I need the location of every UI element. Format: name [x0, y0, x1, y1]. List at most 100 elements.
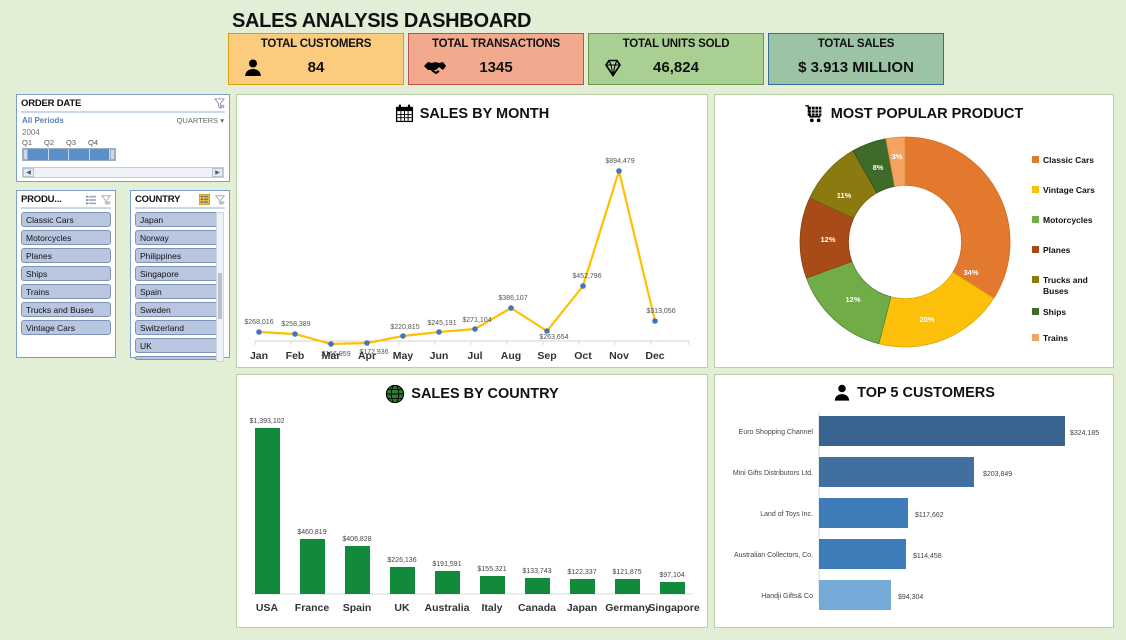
panel-top-5-customers: TOP 5 CUSTOMERS $324,185 $203,849 $117,6…	[714, 374, 1114, 628]
timeline-range-bar[interactable]	[22, 148, 116, 161]
y-axis-label: Mini Gifts Distributors Ltd.	[733, 470, 813, 477]
x-axis-label: Spain	[343, 602, 372, 614]
legend-label: Trains	[1043, 333, 1068, 343]
slicer-item-norway[interactable]: Norway	[135, 230, 219, 245]
slicer-item-ships[interactable]: Ships	[21, 266, 111, 281]
bar-spain	[345, 546, 370, 594]
all-periods-label: All Periods	[22, 116, 64, 125]
bar-australia	[435, 571, 460, 594]
kpi-label: TOTAL TRANSACTIONS	[431, 38, 560, 50]
slicer-item-japan[interactable]: Japan	[135, 212, 219, 227]
multiselect-icon[interactable]	[199, 194, 210, 205]
data-label: $133,743	[522, 568, 551, 575]
timeline-horizontal-scrollbar[interactable]: ◀ ▶	[22, 167, 224, 178]
slicer-item-planes[interactable]: Planes	[21, 248, 111, 263]
data-label: $313,056	[646, 308, 675, 315]
data-label: $220,815	[390, 324, 419, 331]
x-axis-label: Mar	[322, 350, 341, 362]
quarter-label: Q2	[44, 138, 55, 147]
bar-japan	[570, 579, 595, 594]
timeline-segment-q1[interactable]	[28, 149, 49, 160]
kpi-value: $ 3.913 MILLION	[798, 58, 914, 76]
slicer-country-list[interactable]: Japan Norway Philippines Singapore Spain…	[135, 212, 225, 362]
data-label: $245,191	[427, 320, 456, 327]
x-axis-label: May	[393, 350, 414, 362]
slicer-item-singapore[interactable]: Singapore	[135, 266, 219, 281]
slicer-item-spain[interactable]: Spain	[135, 284, 219, 299]
bar-handji-gifts	[819, 580, 891, 610]
data-label: $460,819	[297, 529, 326, 536]
slicer-item-trucks-and-buses[interactable]: Trucks and Buses	[21, 302, 111, 317]
slicer-item-sweden[interactable]: Sweden	[135, 302, 219, 317]
data-label: $452,796	[572, 273, 601, 280]
y-axis-label: Land of Toys Inc.	[760, 511, 813, 518]
bar-australian-collectors	[819, 539, 906, 569]
clear-filter-icon[interactable]	[101, 194, 111, 205]
slice-label: 3%	[892, 152, 903, 161]
timeline-segment-q3[interactable]	[69, 149, 90, 160]
panel-title-text: MOST POPULAR PRODUCT	[830, 106, 1024, 122]
panel-title-text: SALES BY MONTH	[419, 105, 550, 122]
scroll-left-icon[interactable]: ◀	[23, 168, 34, 177]
bar-france	[300, 539, 325, 594]
kpi-label: TOTAL UNITS SOLD	[622, 38, 730, 50]
slicer-item-philippines[interactable]: Philippines	[135, 248, 219, 263]
scroll-right-icon[interactable]: ▶	[212, 168, 223, 177]
slicer-product-line[interactable]: PRODU... Classic Cars Motorcycles Planes…	[16, 190, 116, 358]
slicer-item-vintage-cars[interactable]: Vintage Cars	[21, 320, 111, 335]
slicer-item-trains[interactable]: Trains	[21, 284, 111, 299]
panel-title-sales-by-month: SALES BY MONTH	[237, 95, 707, 123]
scrollbar-thumb[interactable]	[218, 273, 222, 319]
clear-filter-icon[interactable]	[215, 194, 225, 205]
slicer-product-list[interactable]: Classic Cars Motorcycles Planes Ships Tr…	[21, 212, 111, 335]
slicer-item-motorcycles[interactable]: Motorcycles	[21, 230, 111, 245]
bar-italy	[480, 576, 505, 594]
slicer-item-partial[interactable]	[135, 356, 219, 360]
x-axis-label: Singapore	[648, 602, 700, 614]
quarter-label: Q3	[66, 138, 77, 147]
clear-filter-icon[interactable]	[214, 98, 225, 109]
panel-sales-by-month: SALES BY MONTH $268,016 $258,389 $166,95…	[236, 94, 708, 368]
legend-label: Classic Cars	[1043, 155, 1094, 165]
kpi-label: TOTAL CUSTOMERS	[260, 38, 372, 50]
x-axis-label: Jan	[250, 350, 268, 362]
x-axis-label: Sep	[537, 350, 556, 362]
timeline-handle-right[interactable]	[110, 149, 115, 160]
timeline-segment-q4[interactable]	[89, 149, 110, 160]
x-axis-label: Jul	[467, 350, 482, 362]
panel-title-sales-by-country: SALES BY COUNTRY	[237, 375, 707, 404]
slicer-country-scrollbar[interactable]	[216, 212, 224, 362]
bar-germany	[615, 579, 640, 594]
panel-title-text: SALES BY COUNTRY	[411, 386, 559, 402]
bar-usa	[255, 428, 280, 594]
data-label: $324,185	[1070, 430, 1099, 437]
timeline-slicer-order-date[interactable]: ORDER DATE All Periods QUARTERS ▾ 2004 Q…	[16, 94, 230, 182]
timeline-level-dropdown[interactable]: QUARTERS ▾	[177, 116, 224, 125]
bar-singapore	[660, 582, 685, 594]
slicer-item-switzerland[interactable]: Switzerland	[135, 320, 219, 335]
kpi-row: TOTAL CUSTOMERS 84 TOTAL TRANSACTIONS 13…	[228, 33, 944, 85]
handshake-icon	[423, 58, 447, 76]
data-label: $122,337	[567, 569, 596, 576]
legend-label-cont: Buses	[1043, 286, 1069, 296]
timeline-quarter-labels: Q1 Q2 Q3 Q4	[22, 138, 225, 147]
kpi-card-total-sales: TOTAL SALES $ 3.913 MILLION	[768, 33, 944, 85]
data-label: $121,875	[612, 569, 641, 576]
slicer-country[interactable]: COUNTRY Japan Norway Philippines Singapo…	[130, 190, 230, 362]
bar-mini-gifts-distributors	[819, 457, 974, 487]
x-axis-label: Canada	[518, 602, 556, 614]
timeline-segment-q2[interactable]	[48, 149, 69, 160]
data-label: $386,107	[498, 295, 527, 302]
slicer-item-classic-cars[interactable]: Classic Cars	[21, 212, 111, 227]
bar-chart-top-5-customers: $324,185 $203,849 $117,662 $114,458 $94,…	[733, 412, 1099, 610]
multiselect-icon[interactable]	[86, 195, 96, 205]
y-axis-label: Euro Shopping Channel	[739, 429, 814, 436]
data-label: $97,104	[659, 572, 684, 579]
kpi-card-total-units-sold: TOTAL UNITS SOLD 46,824	[588, 33, 764, 85]
slicer-item-uk[interactable]: UK	[135, 338, 219, 353]
x-axis-label: Nov	[609, 350, 629, 362]
data-label: $268,016	[244, 319, 273, 326]
data-label: $263,654	[539, 334, 568, 341]
bar-canada	[525, 578, 550, 594]
slice-label: 12%	[845, 295, 860, 304]
